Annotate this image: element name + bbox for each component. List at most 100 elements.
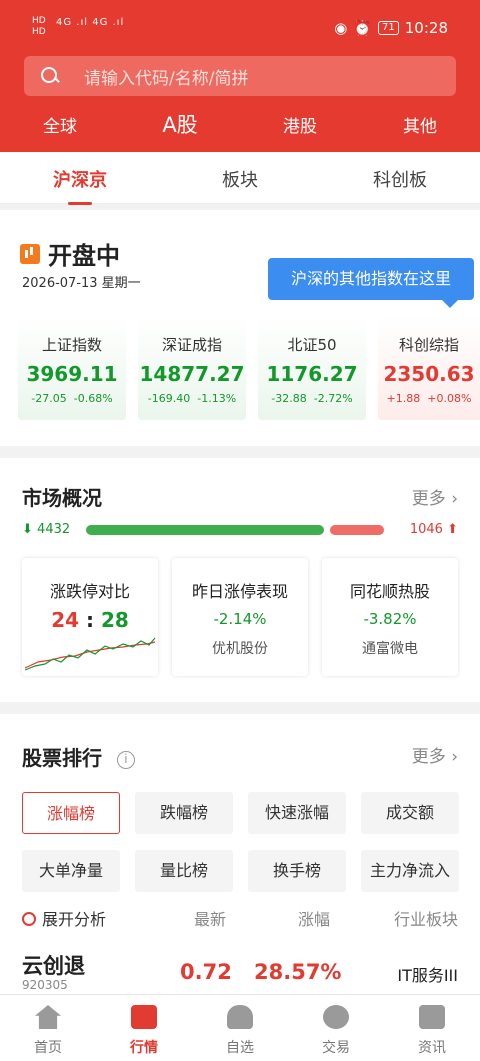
top-bar: HD HD 4G .ıl 4G .ıl ◉ ⏰ 71 10:28 请输入代码/名…: [0, 0, 480, 152]
hd-indicator: HD HD: [32, 16, 46, 38]
rank-turnover-rate[interactable]: 换手榜: [248, 850, 346, 892]
search-input[interactable]: 请输入代码/名称/简拼: [24, 56, 456, 96]
stock-change: 28.57%: [254, 960, 342, 984]
yesterday-limit-box[interactable]: 昨日涨停表现 -2.14% 优机股份: [172, 558, 308, 676]
tab-a-share[interactable]: A股: [140, 109, 220, 139]
tab-hushen[interactable]: 沪深京: [25, 166, 135, 205]
active-underline: [68, 202, 92, 205]
info-icon[interactable]: i: [116, 750, 135, 769]
col-latest[interactable]: 最新: [194, 906, 226, 930]
box-title: 昨日涨停表现: [191, 582, 288, 601]
tab-star-market[interactable]: 科创板: [345, 166, 455, 192]
sub-tabs: 沪深京 板块 科创板: [0, 152, 480, 205]
index-bse50[interactable]: 北证50 1176.27 -32.88 -2.72%: [258, 316, 366, 420]
nav-news[interactable]: 资讯: [384, 1005, 480, 1057]
tab-sectors[interactable]: 板块: [185, 166, 295, 192]
search-placeholder: 请输入代码/名称/简拼: [84, 68, 249, 89]
index-shanghai[interactable]: 上证指数 3969.11 -27.05 -0.68%: [18, 316, 126, 420]
other-indices-tooltip[interactable]: 沪深的其他指数在这里: [268, 258, 474, 308]
tab-hushen-label: 沪深京: [53, 170, 107, 191]
battery-icon: 71: [378, 21, 399, 35]
hot-stock-box[interactable]: 同花顺热股 -3.82% 通富微电: [322, 558, 458, 676]
index-value: 14877.27: [139, 362, 245, 386]
index-value: 1176.27: [266, 362, 358, 386]
rank-fast-rise[interactable]: 快速涨幅: [248, 792, 346, 834]
index-shenzhen[interactable]: 深证成指 14877.27 -169.40 -1.13%: [138, 316, 246, 420]
box-sub: 通富微电: [362, 641, 418, 657]
nav-market[interactable]: 行情: [96, 1005, 192, 1057]
home-icon: [35, 1005, 61, 1029]
box-value: -2.14%: [213, 610, 267, 628]
limit-compare-box[interactable]: 涨跌停对比 24 : 28: [22, 558, 158, 676]
down-count-value: 4432: [37, 522, 71, 537]
nav-label: 行情: [130, 1040, 158, 1056]
overview-more-link[interactable]: 更多 ›: [412, 484, 458, 509]
nav-trade[interactable]: 交易: [288, 1005, 384, 1057]
box-value: -3.82%: [363, 610, 417, 628]
stock-price: 0.72: [180, 960, 232, 984]
search-icon: [40, 66, 60, 86]
index-change: -169.40 -1.13%: [147, 392, 237, 405]
arrow-up-icon: ⬆: [447, 522, 458, 537]
index-change: +1.88 +0.08%: [386, 392, 472, 405]
nav-label: 交易: [322, 1040, 350, 1056]
index-name: 上证指数: [41, 336, 102, 354]
stock-industry: IT服务III: [397, 966, 458, 985]
index-name: 科创综指: [398, 336, 459, 354]
chevron-right-icon: ›: [451, 747, 458, 767]
box-title: 同花顺热股: [349, 582, 430, 601]
down-count: ⬇ 4432: [22, 522, 70, 537]
expand-analysis-label: 展开分析: [42, 910, 107, 929]
tab-other[interactable]: 其他: [380, 112, 460, 137]
chevron-right-icon: ›: [451, 489, 458, 509]
tab-global[interactable]: 全球: [20, 112, 100, 137]
index-change: -32.88 -2.72%: [271, 392, 353, 405]
chart-icon: [20, 243, 40, 264]
nav-watchlist[interactable]: 自选: [192, 1005, 288, 1057]
rank-gainers[interactable]: 涨幅榜: [22, 792, 120, 834]
ranking-title: 股票排行 i: [22, 742, 135, 771]
index-star-composite[interactable]: 科创综指 2350.63 +1.88 +0.08%: [378, 316, 480, 420]
index-name: 北证50: [287, 336, 337, 354]
market-status-label: 开盘中: [48, 242, 120, 270]
yuan-icon: [323, 1005, 349, 1029]
nav-label: 资讯: [418, 1040, 446, 1056]
more-label: 更多: [411, 747, 446, 767]
box-sub: 优机股份: [212, 641, 268, 657]
limit-ratio: 24 : 28: [51, 608, 129, 632]
up-count: 1046 ⬆: [410, 522, 458, 537]
market-tabs: 全球 A股 港股 其他: [0, 112, 480, 148]
clock: 10:28: [404, 19, 448, 37]
rank-turnover-amount[interactable]: 成交额: [361, 792, 459, 834]
col-industry[interactable]: 行业板块: [394, 906, 458, 930]
index-value: 2350.63: [383, 362, 475, 386]
col-change[interactable]: 涨幅: [298, 906, 330, 930]
index-name: 深证成指: [161, 336, 222, 354]
index-change: -27.05 -0.68%: [31, 392, 113, 405]
nav-label: 自选: [226, 1040, 254, 1056]
market-status: 开盘中: [20, 236, 120, 271]
expand-analysis[interactable]: 展开分析: [22, 906, 106, 930]
rank-volume-ratio[interactable]: 量比榜: [135, 850, 233, 892]
rank-main-inflow[interactable]: 主力净流入: [361, 850, 459, 892]
nav-home[interactable]: 首页: [0, 1005, 96, 1057]
rank-losers[interactable]: 跌幅榜: [135, 792, 233, 834]
trade-date: 2026-07-13 星期一: [22, 276, 141, 291]
pie-icon: [22, 912, 36, 926]
user-icon: [227, 1005, 253, 1029]
stock-code: 920305: [22, 978, 68, 992]
ranking-more-link[interactable]: 更多 ›: [412, 742, 458, 767]
stock-name: 云创退: [22, 954, 85, 978]
signal-icon: 4G .ıl 4G .ıl: [56, 17, 125, 28]
up-bar: [330, 525, 384, 535]
ranking-title-label: 股票排行: [22, 746, 102, 770]
arrow-down-icon: ⬇: [22, 522, 33, 537]
hd-label-1: HD: [32, 16, 46, 26]
tab-hk[interactable]: 港股: [260, 112, 340, 137]
rank-big-order[interactable]: 大单净量: [22, 850, 120, 892]
down-bar: [86, 525, 324, 535]
status-right: ◉ ⏰ 71 10:28: [334, 19, 448, 37]
bottom-nav: 首页 行情 自选 交易 资讯: [0, 994, 480, 1061]
chart-line-icon: [131, 1005, 157, 1029]
box-title: 涨跌停对比: [49, 582, 130, 601]
